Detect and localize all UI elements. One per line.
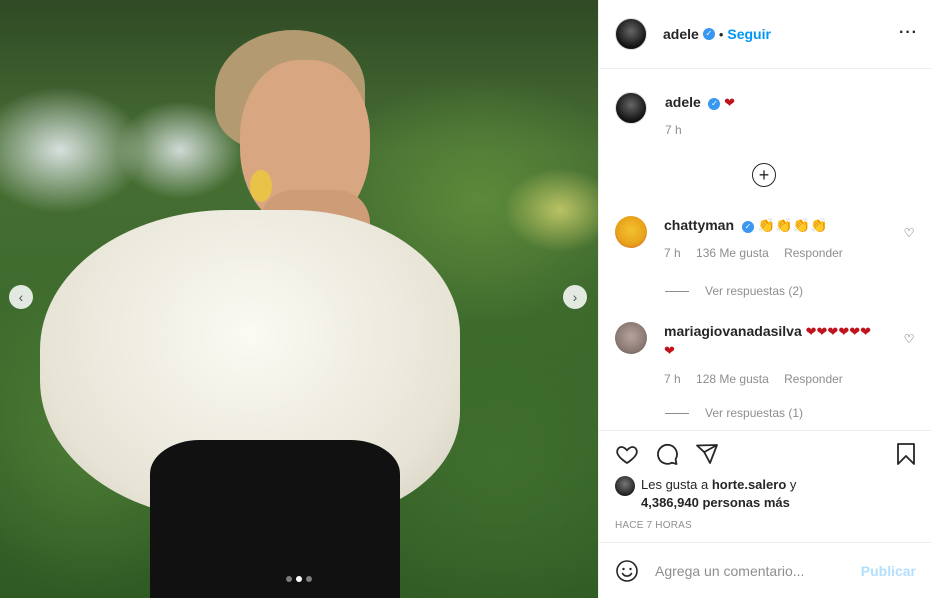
verified-badge-icon: ✓ — [702, 28, 715, 40]
post-caption: adele ✓ ❤ 7 h — [615, 92, 735, 137]
replies-divider — [665, 412, 689, 414]
comment-text: 👏👏👏👏 — [757, 217, 828, 233]
commenter-username[interactable]: mariagiovanadasilva — [664, 323, 802, 339]
comment-like-heart-icon[interactable]: ♡ — [901, 332, 917, 348]
publish-button[interactable]: Publicar — [861, 563, 916, 579]
view-replies-button[interactable]: Ver respuestas (1) — [665, 406, 803, 420]
comment-time[interactable]: 7 h — [664, 372, 681, 386]
likes-summary: Les gusta a horte.salero y 4,386,940 per… — [615, 476, 796, 512]
carousel-dot-active — [296, 576, 302, 582]
comment-item: mariagiovanadasilva ❤❤❤❤❤❤❤ 7 h 128 Me g… — [615, 322, 917, 386]
post-actions: Les gusta a horte.salero y 4,386,940 per… — [599, 430, 932, 542]
more-options-icon[interactable]: ··· — [899, 24, 918, 42]
post-timestamp[interactable]: HACE 7 HORAS — [615, 520, 692, 531]
comment-time[interactable]: 7 h — [664, 246, 681, 260]
like-icon[interactable] — [615, 442, 639, 466]
reply-button[interactable]: Responder — [784, 246, 843, 260]
emoji-icon[interactable] — [615, 559, 639, 583]
author-avatar[interactable] — [615, 18, 647, 50]
comment-icon[interactable] — [655, 442, 679, 466]
comment-likes[interactable]: 136 Me gusta — [696, 246, 769, 260]
chevron-left-icon: ‹ — [18, 289, 24, 305]
replies-divider — [665, 290, 689, 292]
caption-text: ❤ — [724, 95, 735, 110]
view-replies-button[interactable]: Ver respuestas (2) — [665, 284, 803, 298]
comment-like-heart-icon[interactable]: ♡ — [901, 226, 917, 242]
plus-circle-icon: + — [758, 165, 770, 185]
follow-button[interactable]: Seguir — [727, 26, 771, 42]
reply-button[interactable]: Responder — [784, 372, 843, 386]
carousel-dot — [286, 576, 292, 582]
likes-count[interactable]: 4,386,940 personas más — [641, 495, 790, 510]
caption-avatar[interactable] — [615, 92, 647, 124]
liker-username[interactable]: horte.salero — [712, 477, 786, 492]
view-replies-label: Ver respuestas (1) — [705, 406, 804, 420]
carousel-dot — [306, 576, 312, 582]
comment-input[interactable] — [655, 562, 861, 579]
bookmark-icon[interactable] — [894, 442, 918, 466]
post-side-panel: adele ✓ • Seguir ··· adele ✓ ❤ 7 h + cha… — [598, 0, 932, 598]
caption-username[interactable]: adele — [665, 94, 701, 110]
load-more-comments-button[interactable]: + — [752, 163, 776, 187]
likes-prefix: Les gusta a — [641, 477, 709, 492]
verified-badge-icon: ✓ — [708, 98, 721, 110]
previous-image-button[interactable]: ‹ — [9, 285, 33, 309]
post-header: adele ✓ • Seguir ··· — [599, 0, 932, 69]
photo-earring — [250, 170, 272, 202]
commenter-avatar[interactable] — [615, 322, 647, 354]
header-separator: • — [718, 26, 724, 42]
photo-skirt — [150, 440, 400, 598]
commenter-avatar[interactable] — [615, 216, 647, 248]
chevron-right-icon: › — [572, 289, 578, 305]
post-photo[interactable]: ‹ › — [0, 0, 598, 598]
comment-item: chattyman ✓ 👏👏👏👏 7 h 136 Me gusta Respon… — [615, 216, 917, 260]
view-replies-label: Ver respuestas (2) — [705, 284, 804, 298]
likes-connector: y — [789, 477, 797, 492]
author-username[interactable]: adele — [663, 26, 699, 42]
comment-composer: Publicar — [599, 542, 932, 598]
verified-badge-icon: ✓ — [741, 221, 754, 233]
next-image-button[interactable]: › — [563, 285, 587, 309]
post-modal: ‹ › adele ✓ • Seguir ··· adele ✓ ❤ 7 h +… — [0, 0, 932, 598]
share-icon[interactable] — [695, 442, 719, 466]
liker-avatar[interactable] — [615, 476, 635, 496]
comment-likes[interactable]: 128 Me gusta — [696, 372, 769, 386]
carousel-indicator — [0, 576, 598, 582]
caption-time: 7 h — [665, 123, 682, 137]
comments-section[interactable]: adele ✓ ❤ 7 h + chattyman ✓ 👏👏👏👏 7 h 136… — [599, 69, 932, 430]
commenter-username[interactable]: chattyman — [664, 217, 734, 233]
